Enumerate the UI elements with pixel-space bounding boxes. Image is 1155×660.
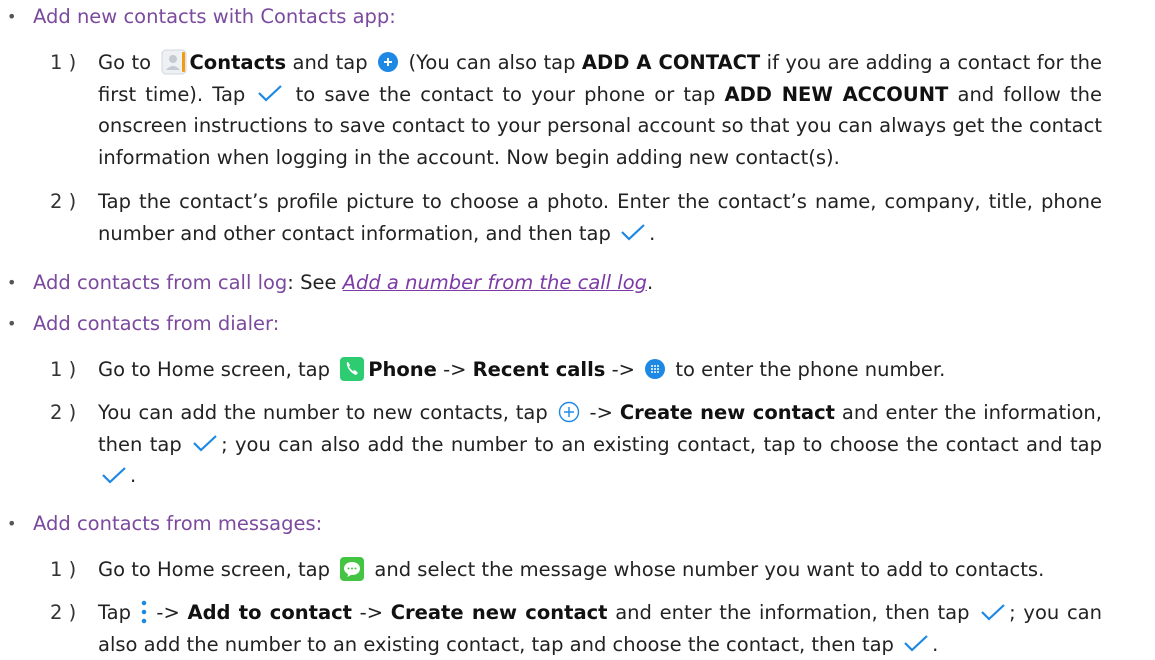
section-heading: Add contacts from call log (33, 271, 288, 294)
more-options-icon (140, 599, 148, 625)
checkmark-icon (101, 466, 127, 484)
add-circle-icon (558, 401, 580, 423)
checkmark-icon (192, 434, 218, 452)
recent-calls-label: Recent calls (472, 358, 606, 381)
step-text: Go to Contacts and tap (You can also tap… (98, 47, 1102, 173)
manual-page: • Add new contacts with Contacts app: 1 … (0, 0, 1155, 656)
bullet: • (7, 273, 17, 292)
bullet: • (7, 514, 17, 533)
call-log-link[interactable]: Add a number from the call log (343, 271, 647, 294)
bullet: • (7, 314, 17, 333)
section-messages: • Add contacts from messages: (7, 509, 323, 539)
step-number: 1 ) (50, 558, 77, 581)
checkmark-icon (980, 603, 1006, 621)
step-text: Tap the contact’s profile picture to cho… (98, 190, 1102, 245)
phone-app-icon (339, 356, 365, 382)
step-text: Go to Home screen, tap Phone -> Recent c… (98, 354, 1102, 386)
create-new-contact-label: Create new contact (390, 601, 608, 624)
step-text: Tap -> Add to contact -> Create new cont… (98, 597, 1102, 660)
create-new-contact-label: Create new contact (619, 401, 835, 424)
contacts-app-icon (161, 49, 187, 75)
contacts-label: Contacts (189, 51, 287, 74)
checkmark-icon (620, 223, 646, 241)
bullet: • (7, 7, 17, 26)
step-item: 2 ) Tap the contact’s profile picture to… (50, 186, 1102, 249)
add-contact-icon (377, 51, 399, 73)
step-number: 1 ) (50, 51, 77, 74)
messages-app-icon (339, 556, 365, 582)
step-item: 1 ) Go to Contacts and tap (You can also… (50, 47, 1102, 173)
section-contacts-app: • Add new contacts with Contacts app: (7, 2, 396, 32)
checkmark-icon (903, 634, 929, 652)
step-text: Go to Home screen, tap and select the me… (98, 554, 1102, 586)
checkmark-icon (257, 84, 283, 102)
add-a-contact-label: ADD A CONTACT (581, 51, 761, 74)
step-item: 2 ) Tap -> Add to contact -> Create new … (50, 597, 1102, 660)
section-dialer: • Add contacts from dialer: (7, 309, 280, 339)
section-heading: Add contacts from dialer: (33, 312, 280, 335)
add-to-contact-label: Add to contact (187, 601, 352, 624)
step-number: 2 ) (50, 401, 77, 424)
dialpad-icon (644, 358, 666, 380)
step-item: 1 ) Go to Home screen, tap and select th… (50, 554, 1102, 586)
add-new-account-label: ADD NEW ACCOUNT (724, 82, 949, 106)
section-heading: Add new contacts with Contacts app: (33, 5, 396, 28)
step-item: 2 ) You can add the number to new contac… (50, 397, 1102, 492)
step-number: 2 ) (50, 190, 77, 213)
phone-label: Phone (368, 358, 437, 381)
step-number: 1 ) (50, 358, 77, 381)
step-number: 2 ) (50, 601, 77, 624)
step-item: 1 ) Go to Home screen, tap Phone -> Rece… (50, 354, 1102, 386)
section-call-log: • Add contacts from call log: See Add a … (7, 268, 653, 298)
step-text: You can add the number to new contacts, … (98, 401, 1102, 487)
section-heading: Add contacts from messages: (33, 512, 323, 535)
